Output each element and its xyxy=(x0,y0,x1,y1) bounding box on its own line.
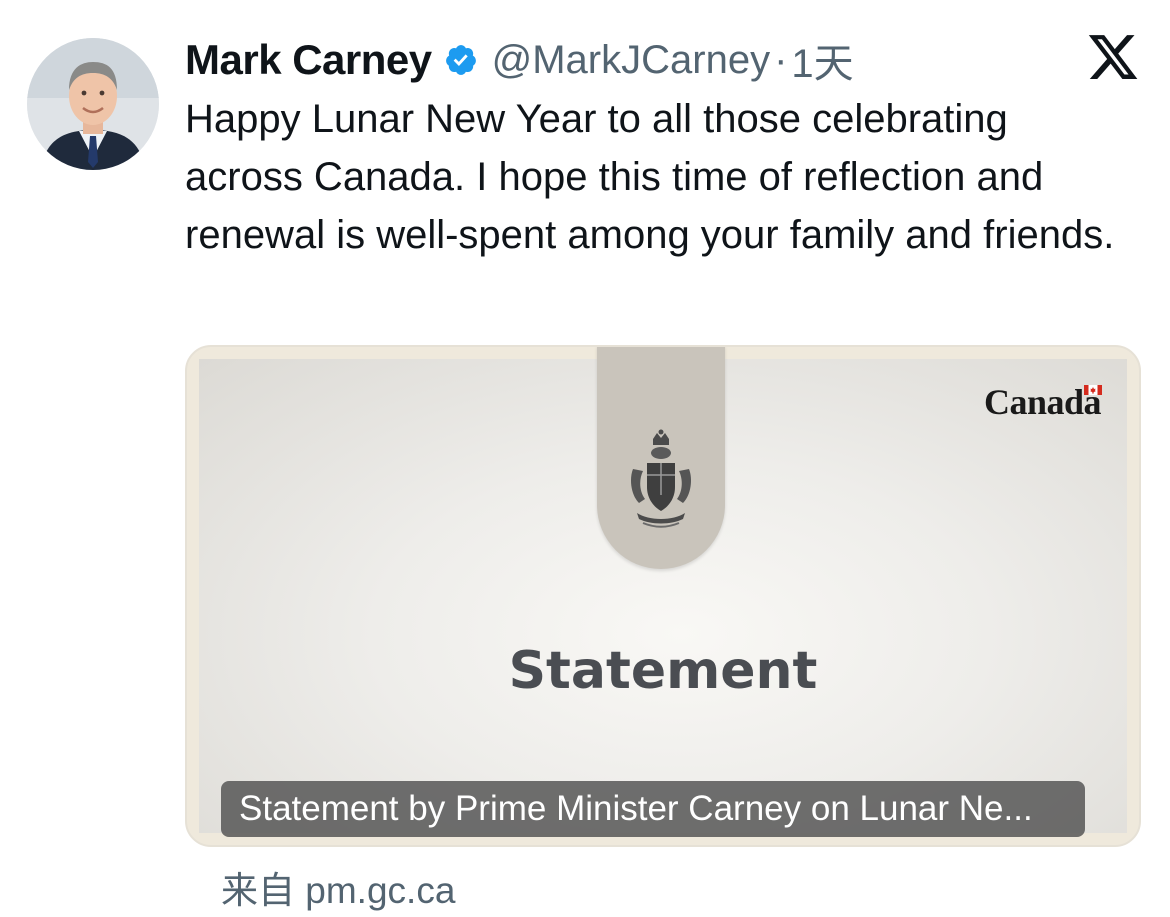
canada-flag-icon xyxy=(1084,385,1102,395)
tweet-text: Happy Lunar New Year to all those celebr… xyxy=(185,97,1115,257)
card-caption[interactable]: Statement by Prime Minister Carney on Lu… xyxy=(221,781,1085,837)
tweet-header: Mark Carney @MarkJCarney · 1天 xyxy=(185,30,854,90)
coat-of-arms-icon xyxy=(631,429,691,528)
author-display-name[interactable]: Mark Carney xyxy=(185,36,432,84)
card-crest-tab xyxy=(597,347,725,569)
header-separator: · xyxy=(774,37,788,82)
card-heading: Statement xyxy=(508,641,818,701)
tweet-timestamp[interactable]: 1天 xyxy=(791,31,853,89)
x-logo-icon[interactable] xyxy=(1085,30,1141,84)
link-preview-card[interactable]: Canada Statement Statement by Prime Mini… xyxy=(185,345,1141,847)
author-handle[interactable]: @MarkJCarney xyxy=(492,38,770,83)
card-image: Canada Statement Statement by Prime Mini… xyxy=(199,347,1127,837)
verified-badge-icon xyxy=(444,43,478,77)
author-avatar[interactable] xyxy=(27,38,159,170)
link-source[interactable]: 来自 pm.gc.ca xyxy=(221,860,455,914)
